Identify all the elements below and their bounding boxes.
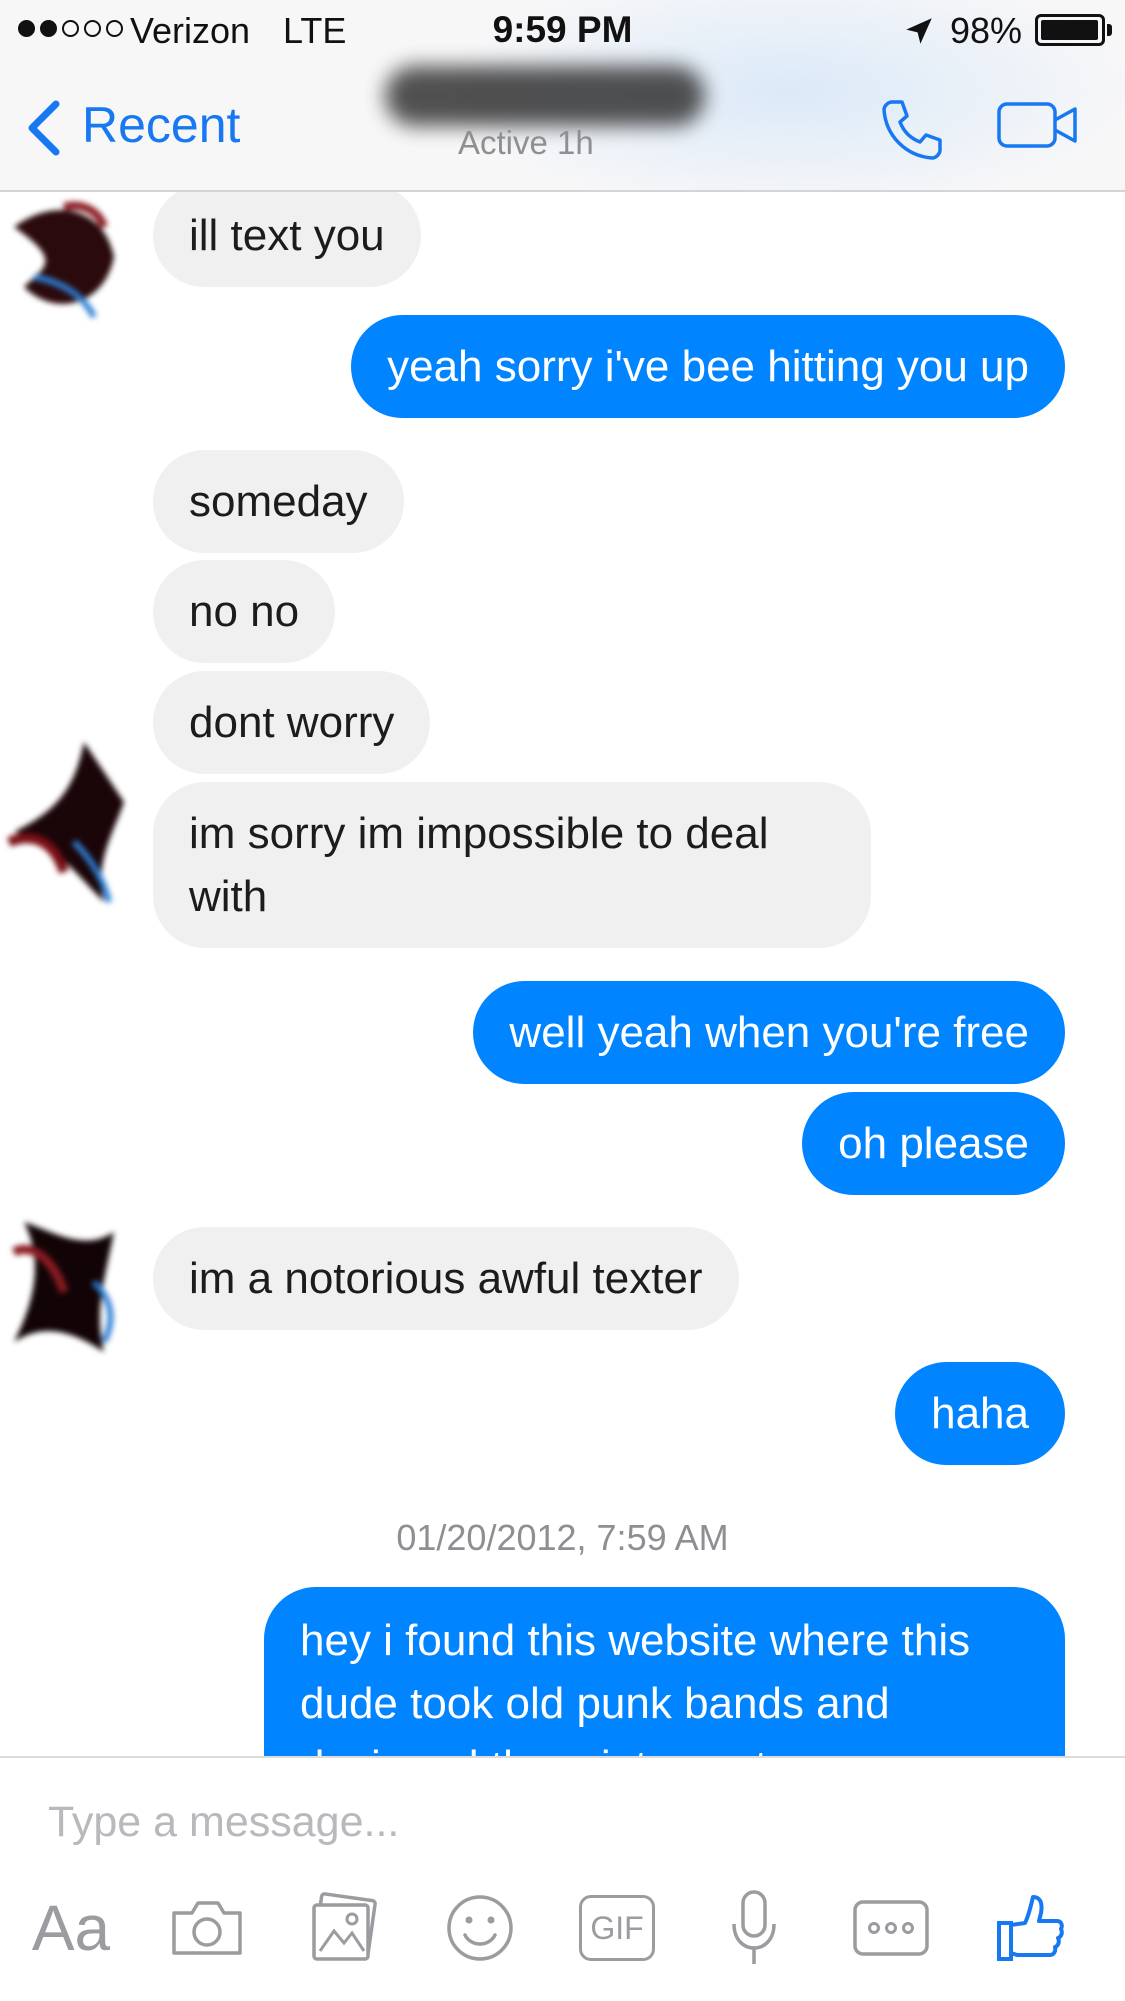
- gif-icon[interactable]: GIF: [577, 1888, 657, 1968]
- back-button[interactable]: Recent: [82, 96, 240, 154]
- battery-icon: [1035, 14, 1105, 46]
- more-icon[interactable]: [852, 1888, 930, 1968]
- photo-gallery-icon[interactable]: [308, 1888, 378, 1968]
- message-outgoing[interactable]: well yeah when you're free: [473, 981, 1065, 1084]
- message-outgoing[interactable]: hey i found this website where this dude…: [264, 1587, 1065, 1756]
- battery-level: [1041, 20, 1098, 40]
- thumbs-up-icon[interactable]: [995, 1888, 1065, 1968]
- status-bar: Verizon LTE 9:59 PM 98%: [0, 0, 1125, 62]
- contact-active-status: Active 1h: [458, 124, 594, 161]
- composer: Aa GIF: [0, 1756, 1125, 2001]
- avatar[interactable]: [0, 1192, 144, 1367]
- message-input[interactable]: [48, 1798, 1048, 1847]
- battery-percent: 98%: [950, 10, 1023, 51]
- microphone-icon[interactable]: [728, 1888, 780, 1968]
- location-arrow-icon: [906, 18, 932, 44]
- message-outgoing[interactable]: haha: [895, 1362, 1065, 1465]
- battery-nub: [1107, 24, 1112, 36]
- smiley-icon[interactable]: [445, 1888, 515, 1968]
- message-timestamp: 01/20/2012, 7:59 AM: [396, 1517, 729, 1558]
- video-camera-icon[interactable]: [996, 100, 1080, 150]
- header: Verizon LTE 9:59 PM 98% Recent Active 1h: [0, 0, 1125, 192]
- chevron-left-icon[interactable]: [22, 98, 66, 158]
- gif-button-label: GIF: [579, 1895, 655, 1961]
- avatar[interactable]: [0, 192, 144, 342]
- camera-icon[interactable]: [168, 1888, 246, 1968]
- message-outgoing[interactable]: yeah sorry i've bee hitting you up: [351, 315, 1065, 418]
- message-incoming[interactable]: no no: [153, 560, 336, 663]
- message-incoming[interactable]: dont worry: [153, 671, 431, 774]
- message-incoming[interactable]: im sorry im impossible to deal with: [153, 782, 871, 948]
- contact-name-redacted[interactable]: [385, 66, 705, 126]
- avatar[interactable]: [0, 732, 144, 907]
- message-incoming[interactable]: someday: [153, 450, 404, 553]
- message-incoming[interactable]: ill text you: [153, 192, 421, 287]
- message-outgoing[interactable]: oh please: [802, 1092, 1065, 1195]
- text-format-button[interactable]: Aa: [26, 1888, 116, 1968]
- message-incoming[interactable]: im a notorious awful texter: [153, 1227, 739, 1330]
- message-thread[interactable]: ill text you yeah sorry i've bee hitting…: [0, 192, 1125, 1756]
- phone-icon[interactable]: [878, 96, 944, 162]
